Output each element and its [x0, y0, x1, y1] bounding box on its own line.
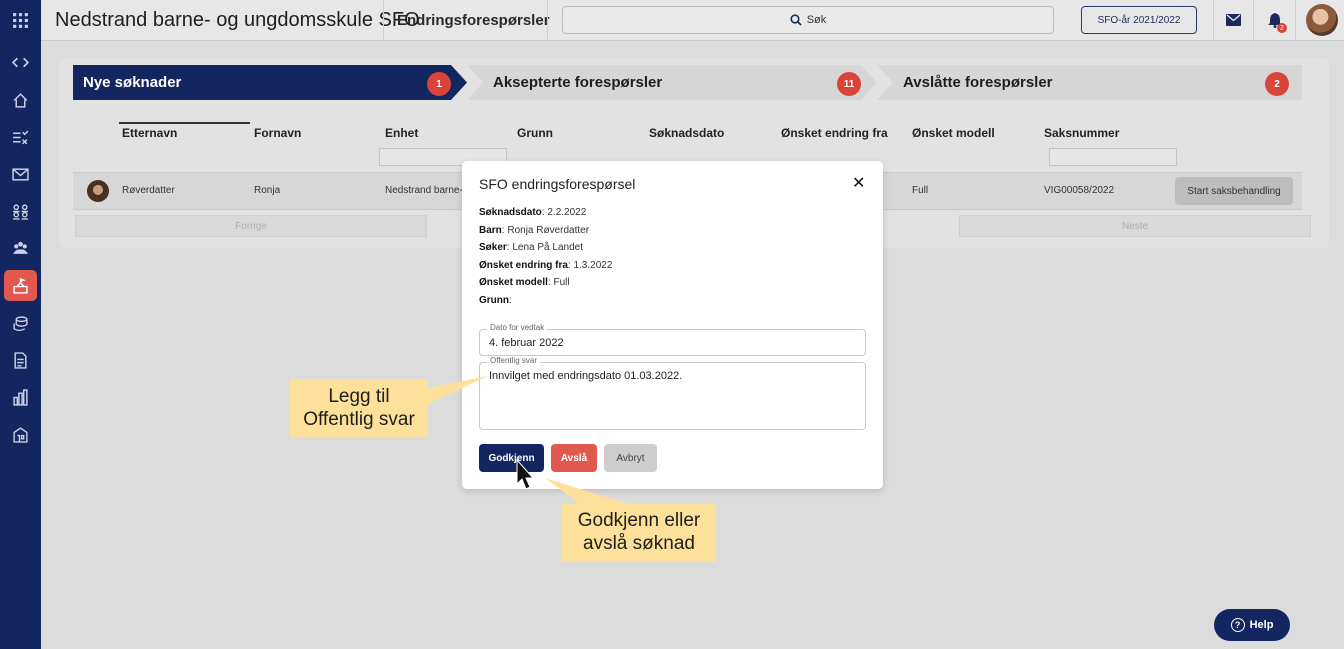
- divider: [383, 0, 384, 41]
- info-line: Grunn:: [479, 295, 512, 306]
- question-icon: ?: [1230, 618, 1245, 632]
- search-label: Søk: [806, 14, 827, 26]
- filter-saksnummer-input[interactable]: [1049, 148, 1177, 166]
- tab-label: Nye søknader: [83, 74, 182, 91]
- column-header[interactable]: Ønsket endring fra: [781, 126, 888, 140]
- mail-icon[interactable]: [1223, 10, 1243, 30]
- callout-add-reply: Legg til Offentlig svar: [290, 379, 428, 437]
- cell-enhet: Nedstrand barne-: [385, 185, 463, 196]
- sfo-year-button[interactable]: SFO-år 2021/2022: [1081, 6, 1197, 34]
- prev-button[interactable]: Forrige: [75, 215, 427, 237]
- field-value: Innvilget med endringsdato 01.03.2022.: [489, 370, 683, 382]
- tab-label: Avslåtte forespørsler: [903, 74, 1053, 91]
- search-input[interactable]: Søk: [562, 6, 1054, 34]
- column-header[interactable]: Etternavn: [122, 126, 177, 140]
- notification-badge: 2: [1277, 23, 1287, 33]
- school-icon[interactable]: [4, 270, 37, 301]
- divider: [547, 0, 548, 41]
- info-line: Søknadsdato: 2.2.2022: [479, 207, 587, 218]
- field-label: Offentlig svar: [487, 356, 540, 365]
- callout-text: Offentlig svar: [303, 409, 415, 430]
- topbar: Nedstrand barne- og ungdomsskule SFO End…: [41, 0, 1344, 41]
- field-value: 4. februar 2022: [489, 337, 564, 349]
- sidebar: [0, 0, 41, 649]
- count-badge: 2: [1265, 72, 1289, 96]
- callout-text: avslå søknad: [583, 533, 695, 554]
- people-icon[interactable]: [0, 196, 41, 226]
- cell-modell: Full: [912, 185, 929, 196]
- code-icon[interactable]: [0, 47, 41, 77]
- divider: [1295, 0, 1296, 41]
- column-header[interactable]: Enhet: [385, 126, 418, 140]
- mail-icon[interactable]: [0, 159, 41, 189]
- tab-label: Aksepterte forespørsler: [493, 74, 663, 91]
- close-icon[interactable]: ✕: [852, 173, 865, 193]
- building-icon[interactable]: [0, 419, 41, 449]
- column-header[interactable]: Ønsket modell: [912, 126, 995, 140]
- app-title: Nedstrand barne- og ungdomsskule SFO: [55, 9, 420, 31]
- page-title: Endringsforespørsler: [397, 12, 550, 29]
- info-line: Barn: Ronja Røverdatter: [479, 225, 590, 236]
- callout-text: Godkjenn eller: [577, 510, 701, 531]
- cell-saksnummer: VIG00058/2022: [1044, 185, 1115, 196]
- column-header[interactable]: Fornavn: [254, 126, 301, 140]
- help-button[interactable]: ? Help: [1214, 609, 1290, 641]
- avatar: [87, 180, 109, 202]
- cell-fornavn: Ronja: [254, 185, 281, 196]
- tab-rejected-requests[interactable]: Avslåtte forespørsler: [877, 65, 1302, 100]
- help-label: Help: [1249, 619, 1274, 631]
- cancel-button[interactable]: Avbryt: [604, 444, 657, 472]
- cell-etternavn: Røverdatter: [122, 185, 175, 196]
- group-icon[interactable]: [0, 233, 41, 263]
- info-line: Ønsket modell: Full: [479, 277, 570, 288]
- grid-icon[interactable]: [0, 5, 41, 35]
- document-icon[interactable]: [0, 345, 41, 375]
- count-badge: 1: [427, 72, 451, 96]
- public-reply-field[interactable]: Offentlig svar Innvilget med endringsdat…: [479, 356, 866, 430]
- sort-indicator: [119, 122, 250, 124]
- reject-button[interactable]: Avslå: [551, 444, 597, 472]
- change-request-dialog: SFO endringsforespørsel ✕ Søknadsdato: 2…: [462, 161, 883, 489]
- callout-text: Legg til: [328, 386, 390, 407]
- start-processing-button[interactable]: Start saksbehandling: [1175, 177, 1293, 205]
- approve-button[interactable]: Godkjenn: [479, 444, 544, 472]
- count-badge: 11: [837, 72, 861, 96]
- search-icon: [790, 14, 802, 26]
- home-icon[interactable]: [0, 85, 41, 115]
- tab-new-requests[interactable]: Nye søknader: [73, 65, 467, 100]
- chart-icon[interactable]: [0, 382, 41, 412]
- column-header[interactable]: Saksnummer: [1044, 126, 1119, 140]
- column-header[interactable]: Grunn: [517, 126, 553, 140]
- coins-icon[interactable]: [0, 308, 41, 338]
- info-line: Ønsket endring fra: 1.3.2022: [479, 260, 613, 271]
- checklist-icon[interactable]: [0, 122, 41, 152]
- user-avatar[interactable]: [1306, 4, 1338, 36]
- tab-accepted-requests[interactable]: Aksepterte forespørsler: [467, 65, 877, 100]
- dialog-title: SFO endringsforespørsel: [479, 176, 636, 192]
- column-header[interactable]: Søknadsdato: [649, 126, 724, 140]
- divider: [1253, 0, 1254, 41]
- field-label: Dato for vedtak: [487, 323, 548, 332]
- callout-approve-reject: Godkjenn eller avslå søknad: [562, 504, 716, 562]
- next-button[interactable]: Neste: [959, 215, 1311, 237]
- decision-date-field[interactable]: Dato for vedtak 4. februar 2022: [479, 323, 866, 356]
- divider: [1213, 0, 1214, 41]
- info-line: Søker: Lena På Landet: [479, 242, 583, 253]
